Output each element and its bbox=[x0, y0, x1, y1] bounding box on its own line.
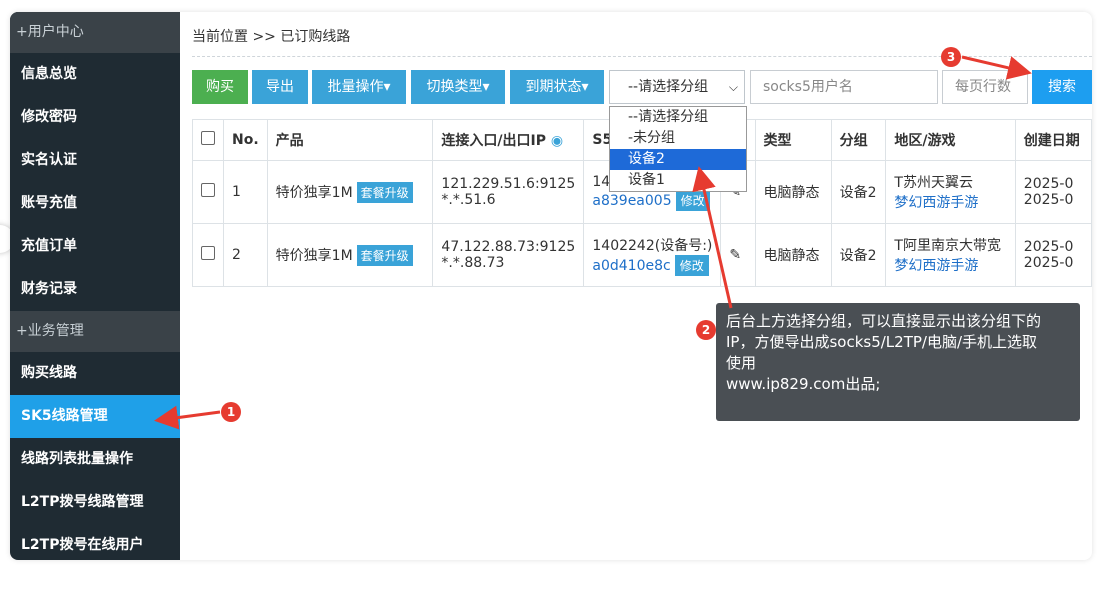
annotation-arrows bbox=[154, 55, 1032, 430]
arrow-2 bbox=[692, 166, 733, 309]
arrow-1 bbox=[154, 405, 221, 430]
arrow-3 bbox=[961, 55, 1032, 80]
annotation-badge-1: 1 bbox=[221, 402, 241, 422]
annotation-badge-2: 2 bbox=[696, 320, 716, 340]
annotation-badge-3: 3 bbox=[941, 47, 961, 67]
